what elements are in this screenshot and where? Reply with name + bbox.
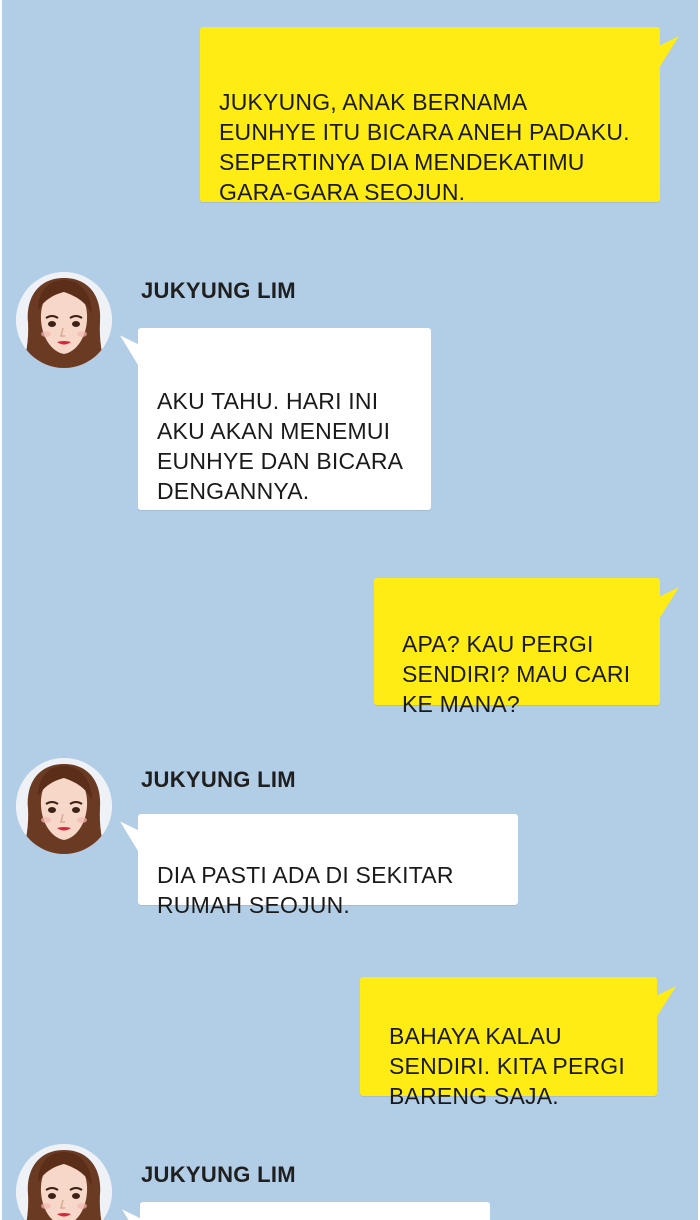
message-text: JUKYUNG, ANAK BERNAMA EUNHYE ITU BICARA …: [219, 89, 630, 205]
sender-name: JUKYUNG LIM: [141, 767, 296, 792]
left-border: [0, 0, 2, 1220]
sender-name: JUKYUNG LIM: [141, 1162, 296, 1187]
incoming-message-bubble[interactable]: DIA PASTI ADA DI SEKITAR RUMAH SEOJUN.: [138, 814, 518, 918]
outgoing-message-bubble[interactable]: APA? KAU PERGI SENDIRI? MAU CARI KE MANA…: [374, 578, 660, 717]
avatar-portrait-icon: [16, 1144, 112, 1220]
chat-window: JUKYUNG, ANAK BERNAMA EUNHYE ITU BICARA …: [0, 0, 700, 1220]
incoming-message-bubble[interactable]: AKU TAHU. HARI INI AKU AKAN MENEMUI EUNH…: [138, 328, 431, 510]
sender-name: JUKYUNG LIM: [141, 278, 296, 303]
incoming-message-bubble[interactable]: [140, 1202, 490, 1220]
message-text: APA? KAU PERGI SENDIRI? MAU CARI KE MANA…: [402, 631, 631, 717]
outgoing-message-bubble[interactable]: JUKYUNG, ANAK BERNAMA EUNHYE ITU BICARA …: [200, 27, 660, 205]
contact-avatar[interactable]: [16, 758, 112, 854]
avatar-portrait-icon: [16, 758, 112, 854]
avatar-portrait-icon: [16, 272, 112, 368]
outgoing-message-bubble[interactable]: BAHAYA KALAU SENDIRI. KITA PERGI BARENG …: [360, 977, 657, 1109]
contact-avatar[interactable]: [16, 1144, 112, 1220]
message-text: DIA PASTI ADA DI SEKITAR RUMAH SEOJUN.: [157, 862, 454, 918]
contact-avatar[interactable]: [16, 272, 112, 368]
message-text: BAHAYA KALAU SENDIRI. KITA PERGI BARENG …: [389, 1023, 625, 1109]
message-text: AKU TAHU. HARI INI AKU AKAN MENEMUI EUNH…: [157, 388, 404, 504]
